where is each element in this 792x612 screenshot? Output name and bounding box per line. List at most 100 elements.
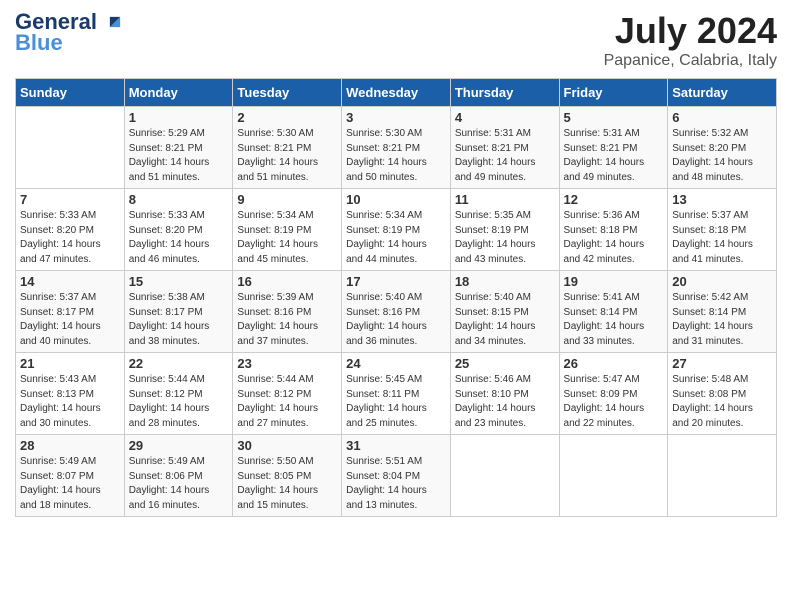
calendar-cell: 9Sunrise: 5:34 AM Sunset: 8:19 PM Daylig… [233, 189, 342, 271]
day-number: 16 [237, 274, 337, 289]
calendar-cell [450, 435, 559, 517]
day-number: 5 [564, 110, 664, 125]
location: Papanice, Calabria, Italy [604, 52, 777, 70]
day-number: 30 [237, 438, 337, 453]
calendar-cell: 3Sunrise: 5:30 AM Sunset: 8:21 PM Daylig… [342, 107, 451, 189]
weekday-header: Sunday [16, 79, 125, 107]
day-info: Sunrise: 5:34 AM Sunset: 8:19 PM Dayligh… [237, 209, 337, 267]
day-info: Sunrise: 5:32 AM Sunset: 8:20 PM Dayligh… [672, 127, 772, 185]
calendar-week-row: 14Sunrise: 5:37 AM Sunset: 8:17 PM Dayli… [16, 271, 777, 353]
weekday-header-row: SundayMondayTuesdayWednesdayThursdayFrid… [16, 79, 777, 107]
calendar-cell: 16 Sunrise: 5:39 AM Sunset: 8:16 PM Dayli… [233, 271, 342, 353]
day-number: 18 [455, 274, 555, 289]
day-number: 29 [129, 438, 229, 453]
calendar-cell: 4 Sunrise: 5:31 AM Sunset: 8:21 PM Daylig… [450, 107, 559, 189]
calendar-cell: 21Sunrise: 5:43 AM Sunset: 8:13 PM Dayli… [16, 353, 125, 435]
calendar-cell: 14Sunrise: 5:37 AM Sunset: 8:17 PM Dayli… [16, 271, 125, 353]
day-info: Sunrise: 5:49 AM Sunset: 8:07 PM Dayligh… [20, 455, 120, 513]
calendar-week-row: 1 Sunrise: 5:29 AM Sunset: 8:21 PM Daylig… [16, 107, 777, 189]
calendar-cell: 8 Sunrise: 5:33 AM Sunset: 8:20 PM Daylig… [124, 189, 233, 271]
day-info: Sunrise: 5:51 AM Sunset: 8:04 PM Dayligh… [346, 455, 446, 513]
calendar-cell: 28 Sunrise: 5:49 AM Sunset: 8:07 PM Dayli… [16, 435, 125, 517]
day-info: Sunrise: 5:35 AM Sunset: 8:19 PM Dayligh… [455, 209, 555, 267]
calendar-cell: 6 Sunrise: 5:32 AM Sunset: 8:20 PM Daylig… [668, 107, 777, 189]
day-info: Sunrise: 5:40 AM Sunset: 8:16 PM Dayligh… [346, 291, 446, 349]
day-number: 31 [346, 438, 446, 453]
calendar-cell: 27Sunrise: 5:48 AM Sunset: 8:08 PM Dayli… [668, 353, 777, 435]
day-number: 11 [455, 192, 555, 207]
day-info: Sunrise: 5:31 AM Sunset: 8:21 PM Dayligh… [564, 127, 664, 185]
day-number: 19 [564, 274, 664, 289]
day-info: Sunrise: 5:41 AM Sunset: 8:14 PM Dayligh… [564, 291, 664, 349]
calendar-cell [668, 435, 777, 517]
day-info: Sunrise: 5:40 AM Sunset: 8:15 PM Dayligh… [455, 291, 555, 349]
calendar-week-row: 21Sunrise: 5:43 AM Sunset: 8:13 PM Dayli… [16, 353, 777, 435]
day-number: 1 [129, 110, 229, 125]
weekday-header: Thursday [450, 79, 559, 107]
day-info: Sunrise: 5:30 AM Sunset: 8:21 PM Dayligh… [346, 127, 446, 185]
day-info: Sunrise: 5:37 AM Sunset: 8:17 PM Dayligh… [20, 291, 120, 349]
calendar-cell: 24 Sunrise: 5:45 AM Sunset: 8:11 PM Dayli… [342, 353, 451, 435]
calendar-cell: 22 Sunrise: 5:44 AM Sunset: 8:12 PM Dayli… [124, 353, 233, 435]
day-info: Sunrise: 5:43 AM Sunset: 8:13 PM Dayligh… [20, 373, 120, 431]
calendar-cell: 7Sunrise: 5:33 AM Sunset: 8:20 PM Daylig… [16, 189, 125, 271]
calendar-cell: 5 Sunrise: 5:31 AM Sunset: 8:21 PM Daylig… [559, 107, 668, 189]
day-info: Sunrise: 5:33 AM Sunset: 8:20 PM Dayligh… [129, 209, 229, 267]
calendar-cell: 12 Sunrise: 5:36 AM Sunset: 8:18 PM Dayli… [559, 189, 668, 271]
day-info: Sunrise: 5:44 AM Sunset: 8:12 PM Dayligh… [129, 373, 229, 431]
header: General Blue July 2024 Papanice, Calabri… [15, 10, 777, 70]
calendar-table: SundayMondayTuesdayWednesdayThursdayFrid… [15, 78, 777, 517]
day-number: 24 [346, 356, 446, 371]
logo: General Blue [15, 10, 126, 56]
calendar-cell: 10 Sunrise: 5:34 AM Sunset: 8:19 PM Dayli… [342, 189, 451, 271]
day-number: 17 [346, 274, 446, 289]
weekday-header: Wednesday [342, 79, 451, 107]
title-area: July 2024 Papanice, Calabria, Italy [604, 10, 777, 70]
month-title: July 2024 [604, 10, 777, 52]
day-info: Sunrise: 5:42 AM Sunset: 8:14 PM Dayligh… [672, 291, 772, 349]
weekday-header: Friday [559, 79, 668, 107]
day-info: Sunrise: 5:33 AM Sunset: 8:20 PM Dayligh… [20, 209, 120, 267]
day-number: 10 [346, 192, 446, 207]
day-number: 4 [455, 110, 555, 125]
day-number: 25 [455, 356, 555, 371]
day-number: 13 [672, 192, 772, 207]
calendar-cell: 17 Sunrise: 5:40 AM Sunset: 8:16 PM Dayli… [342, 271, 451, 353]
calendar-cell: 19 Sunrise: 5:41 AM Sunset: 8:14 PM Dayli… [559, 271, 668, 353]
day-info: Sunrise: 5:39 AM Sunset: 8:16 PM Dayligh… [237, 291, 337, 349]
day-number: 26 [564, 356, 664, 371]
day-info: Sunrise: 5:47 AM Sunset: 8:09 PM Dayligh… [564, 373, 664, 431]
day-number: 8 [129, 192, 229, 207]
calendar-cell [559, 435, 668, 517]
day-info: Sunrise: 5:45 AM Sunset: 8:11 PM Dayligh… [346, 373, 446, 431]
calendar-cell: 26 Sunrise: 5:47 AM Sunset: 8:09 PM Dayli… [559, 353, 668, 435]
calendar-cell: 2Sunrise: 5:30 AM Sunset: 8:21 PM Daylig… [233, 107, 342, 189]
day-info: Sunrise: 5:46 AM Sunset: 8:10 PM Dayligh… [455, 373, 555, 431]
day-info: Sunrise: 5:34 AM Sunset: 8:19 PM Dayligh… [346, 209, 446, 267]
day-info: Sunrise: 5:48 AM Sunset: 8:08 PM Dayligh… [672, 373, 772, 431]
day-info: Sunrise: 5:30 AM Sunset: 8:21 PM Dayligh… [237, 127, 337, 185]
calendar-cell: 25 Sunrise: 5:46 AM Sunset: 8:10 PM Dayli… [450, 353, 559, 435]
day-info: Sunrise: 5:38 AM Sunset: 8:17 PM Dayligh… [129, 291, 229, 349]
weekday-header: Tuesday [233, 79, 342, 107]
day-info: Sunrise: 5:50 AM Sunset: 8:05 PM Dayligh… [237, 455, 337, 513]
calendar-cell: 15Sunrise: 5:38 AM Sunset: 8:17 PM Dayli… [124, 271, 233, 353]
day-info: Sunrise: 5:49 AM Sunset: 8:06 PM Dayligh… [129, 455, 229, 513]
calendar-cell: 13 Sunrise: 5:37 AM Sunset: 8:18 PM Dayli… [668, 189, 777, 271]
day-info: Sunrise: 5:37 AM Sunset: 8:18 PM Dayligh… [672, 209, 772, 267]
day-info: Sunrise: 5:36 AM Sunset: 8:18 PM Dayligh… [564, 209, 664, 267]
day-info: Sunrise: 5:29 AM Sunset: 8:21 PM Dayligh… [129, 127, 229, 185]
calendar-cell [16, 107, 125, 189]
day-number: 12 [564, 192, 664, 207]
day-info: Sunrise: 5:31 AM Sunset: 8:21 PM Dayligh… [455, 127, 555, 185]
calendar-cell: 11 Sunrise: 5:35 AM Sunset: 8:19 PM Dayli… [450, 189, 559, 271]
calendar-cell: 31 Sunrise: 5:51 AM Sunset: 8:04 PM Dayli… [342, 435, 451, 517]
calendar-cell: 30 Sunrise: 5:50 AM Sunset: 8:05 PM Dayli… [233, 435, 342, 517]
calendar-cell: 20Sunrise: 5:42 AM Sunset: 8:14 PM Dayli… [668, 271, 777, 353]
day-number: 22 [129, 356, 229, 371]
calendar-cell: 29 Sunrise: 5:49 AM Sunset: 8:06 PM Dayli… [124, 435, 233, 517]
day-number: 23 [237, 356, 337, 371]
day-number: 6 [672, 110, 772, 125]
day-number: 28 [20, 438, 120, 453]
weekday-header: Monday [124, 79, 233, 107]
